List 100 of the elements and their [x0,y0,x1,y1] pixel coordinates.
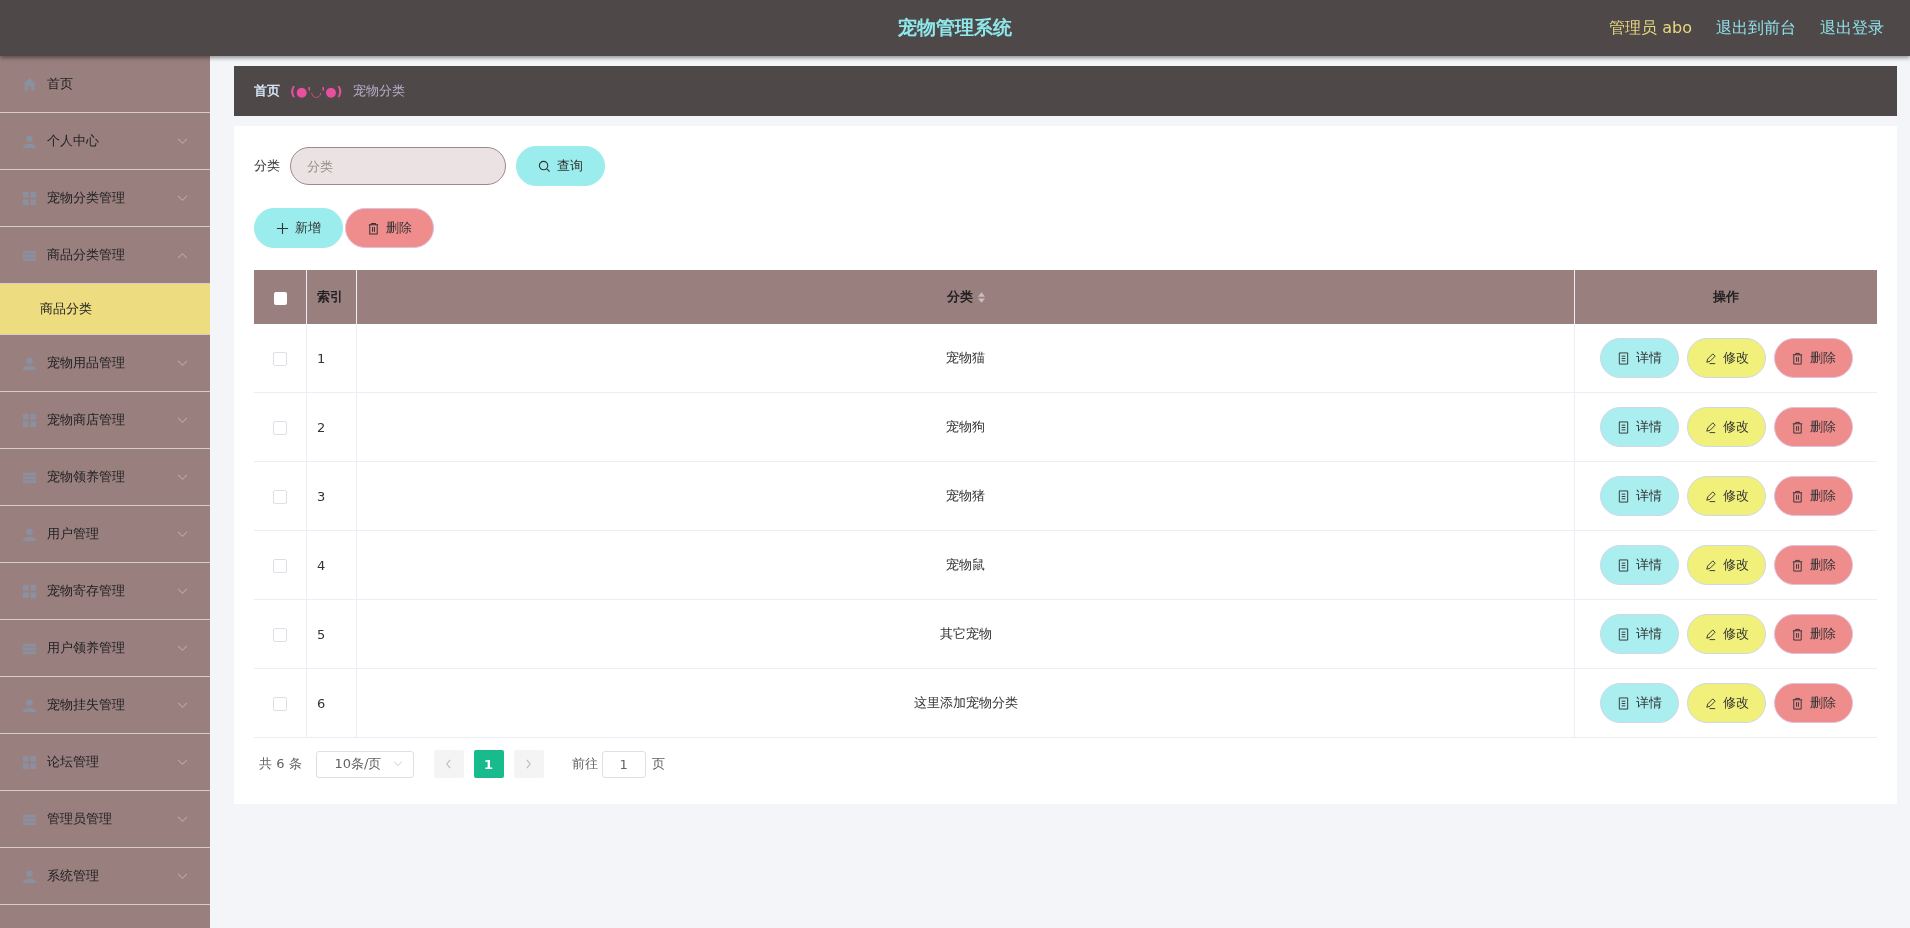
select-all-checkbox[interactable] [273,291,287,305]
menu-icon [22,190,37,206]
trash-icon [1790,351,1804,365]
app-title: 宠物管理系统 [898,15,1012,40]
next-page-button[interactable] [513,750,544,778]
document-icon [1616,558,1630,572]
sidebar-item[interactable]: 宠物商店管理 [0,392,210,449]
column-header: 操作 [1713,289,1739,304]
chevron-icon [177,644,188,652]
plus-icon [276,221,289,235]
edit-button[interactable]: 修改 [1686,338,1766,378]
chevron-right-icon [525,759,533,769]
goto-page-field[interactable]: 1 [601,750,646,778]
search-button[interactable]: 查询 [516,146,605,186]
row-checkbox[interactable] [273,420,287,435]
chevron-icon [177,359,188,367]
category-cell: 这里添加宠物分类 [913,695,1018,710]
search-icon [538,159,551,173]
sidebar-item[interactable]: 首页 [0,56,210,113]
header-link[interactable]: 退出到前台 [1716,17,1796,39]
menu-icon [22,697,37,713]
delete-button[interactable]: 删除 [1773,407,1853,447]
sort-icon[interactable] [977,292,985,303]
row-checkbox[interactable] [273,696,287,711]
document-icon [1616,489,1630,503]
index-cell: 6 [317,695,326,711]
breadcrumb-separator: (●'◡'●) [290,83,343,99]
header-link[interactable]: 退出登录 [1820,17,1884,39]
detail-button[interactable]: 详情 [1599,338,1679,378]
index-cell: 2 [317,419,326,435]
menu-icon [22,412,37,428]
document-icon [1616,696,1630,710]
delete-button[interactable]: 删除 [1773,614,1853,654]
edit-button[interactable]: 修改 [1686,407,1766,447]
sidebar-item[interactable]: 个人中心 [0,113,210,170]
delete-button[interactable]: 删除 [1773,338,1853,378]
breadcrumb-current: 宠物分类 [352,82,405,100]
delete-button[interactable]: 删除 [1773,476,1853,516]
trash-icon [1790,489,1804,503]
chevron-icon [177,137,188,145]
pencil-icon [1703,351,1717,365]
trash-icon [1790,558,1804,572]
sidebar-item[interactable]: 宠物领养管理 [0,449,210,506]
chevron-icon [177,815,188,823]
document-icon [1616,420,1630,434]
delete-button[interactable]: 删除 [1773,683,1853,723]
edit-button[interactable]: 修改 [1686,614,1766,654]
detail-button[interactable]: 详情 [1599,545,1679,585]
category-cell: 宠物鼠 [946,557,985,572]
sidebar-subitem[interactable]: 商品分类 [0,284,210,335]
chevron-icon [177,758,188,766]
row-checkbox[interactable] [273,558,287,573]
breadcrumb-home[interactable]: 首页 [254,82,280,100]
column-header: 分类 [946,289,973,304]
sidebar-item[interactable]: 系统管理 [0,848,210,905]
row-checkbox[interactable] [273,489,287,504]
sidebar-item[interactable]: 用户管理 [0,506,210,563]
add-button[interactable]: 新增 [254,208,343,248]
category-cell: 宠物狗 [946,419,985,434]
chevron-icon [177,587,188,595]
menu-icon [22,754,37,770]
sidebar-item[interactable]: 用户领养管理 [0,620,210,677]
detail-button[interactable]: 详情 [1599,614,1679,654]
row-checkbox[interactable] [273,627,287,642]
trash-icon [367,221,380,235]
menu-icon [22,76,37,92]
previous-page-button[interactable] [433,750,464,778]
column-header: 索引 [317,289,343,304]
chevron-icon [177,194,188,202]
page-suffix: 页 [651,755,665,773]
sidebar-item[interactable]: 宠物分类管理 [0,170,210,227]
sidebar-item[interactable]: 管理员管理 [0,791,210,848]
sidebar-item[interactable]: 宠物寄存管理 [0,563,210,620]
menu-icon [22,583,37,599]
chevron-icon [177,416,188,424]
document-icon [1616,627,1630,641]
edit-button[interactable]: 修改 [1686,683,1766,723]
sidebar-item[interactable]: 论坛管理 [0,734,210,791]
index-cell: 3 [317,488,326,504]
pencil-icon [1703,489,1717,503]
delete-button[interactable]: 删除 [345,208,434,248]
page-size-select[interactable]: 10条/页 [315,750,414,778]
edit-button[interactable]: 修改 [1686,476,1766,516]
document-icon [1616,351,1630,365]
pencil-icon [1703,558,1717,572]
delete-button[interactable]: 删除 [1773,545,1853,585]
detail-button[interactable]: 详情 [1599,476,1679,516]
edit-button[interactable]: 修改 [1686,545,1766,585]
category-cell: 宠物猪 [946,488,985,503]
search-field[interactable]: 分类 [290,147,506,185]
pencil-icon [1703,627,1717,641]
chevron-icon [177,251,188,259]
sidebar-item[interactable]: 宠物挂失管理 [0,677,210,734]
detail-button[interactable]: 详情 [1599,407,1679,447]
chevron-icon [177,872,188,880]
search-label: 分类 [254,157,280,175]
category-cell: 其它宠物 [939,626,992,641]
detail-button[interactable]: 详情 [1599,683,1679,723]
row-checkbox[interactable] [273,351,287,366]
sidebar-item[interactable]: 宠物用品管理 [0,335,210,392]
